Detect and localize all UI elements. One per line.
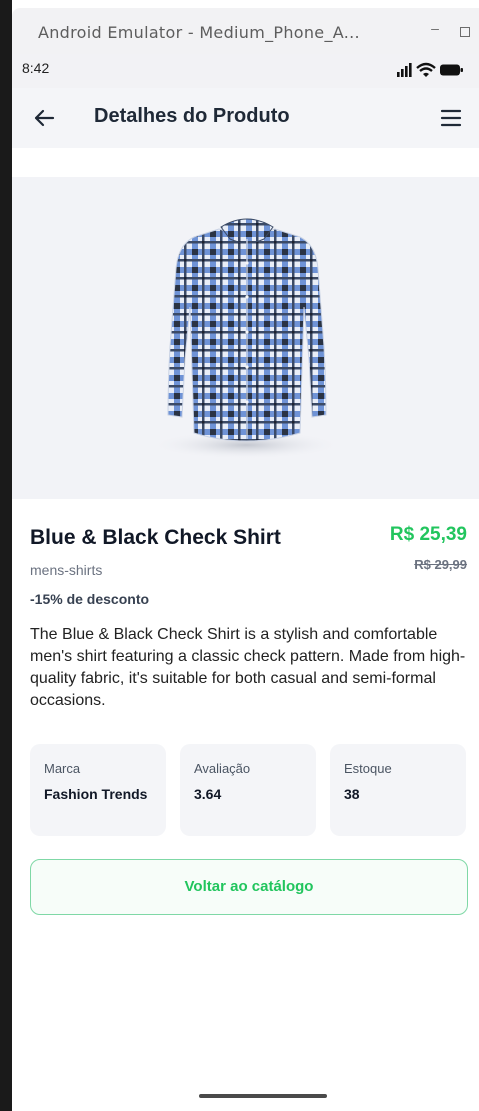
info-card-rating: Avaliação 3.64 [180,744,316,836]
back-to-catalog-button[interactable]: Voltar ao catálogo [30,859,468,915]
wifi-icon [416,62,436,77]
info-card-stock: Estoque 38 [330,744,466,836]
hamburger-menu-icon [440,109,462,127]
page-title: Detalhes do Produto [94,105,290,127]
window-titlebar[interactable]: Android Emulator - Medium_Phone_A... – [12,8,479,54]
info-label: Avaliação [194,761,251,776]
signal-icon [397,63,412,77]
emulator-window: Android Emulator - Medium_Phone_A... – 8… [0,0,479,1111]
product-category: mens-shirts [30,562,103,578]
menu-button[interactable] [437,104,465,132]
discount-label: -15% de desconto [30,591,150,607]
window-title: Android Emulator - Medium_Phone_A... [38,23,360,42]
product-price: R$ 25,39 [389,524,467,545]
status-bar: 8:42 [12,54,479,88]
minimize-button[interactable]: – [427,20,443,40]
home-indicator[interactable] [199,1094,327,1098]
info-label: Estoque [344,761,392,776]
info-label: Marca [44,761,81,776]
window-edge [0,0,12,1111]
arrow-left-icon [34,109,55,127]
shirt-image [151,218,341,459]
product-old-price: R$ 29,99 [414,557,467,572]
battery-icon [440,64,463,76]
product-name: Blue & Black Check Shirt [30,526,281,549]
info-value: 3.64 [194,786,222,802]
product-image [12,177,479,499]
status-time: 8:42 [22,60,50,76]
info-value: Fashion Trends [44,786,148,802]
back-button[interactable] [30,104,58,132]
status-icons [395,61,465,79]
phone-screen: 8:42 Detalhes do Produto Blue & Black Ch… [12,54,479,1111]
info-value: 38 [344,786,360,802]
info-card-brand: Marca Fashion Trends [30,744,166,836]
product-description: The Blue & Black Check Shirt is a stylis… [30,626,466,709]
maximize-button[interactable] [460,27,470,37]
app-bar: Detalhes do Produto [12,88,479,148]
